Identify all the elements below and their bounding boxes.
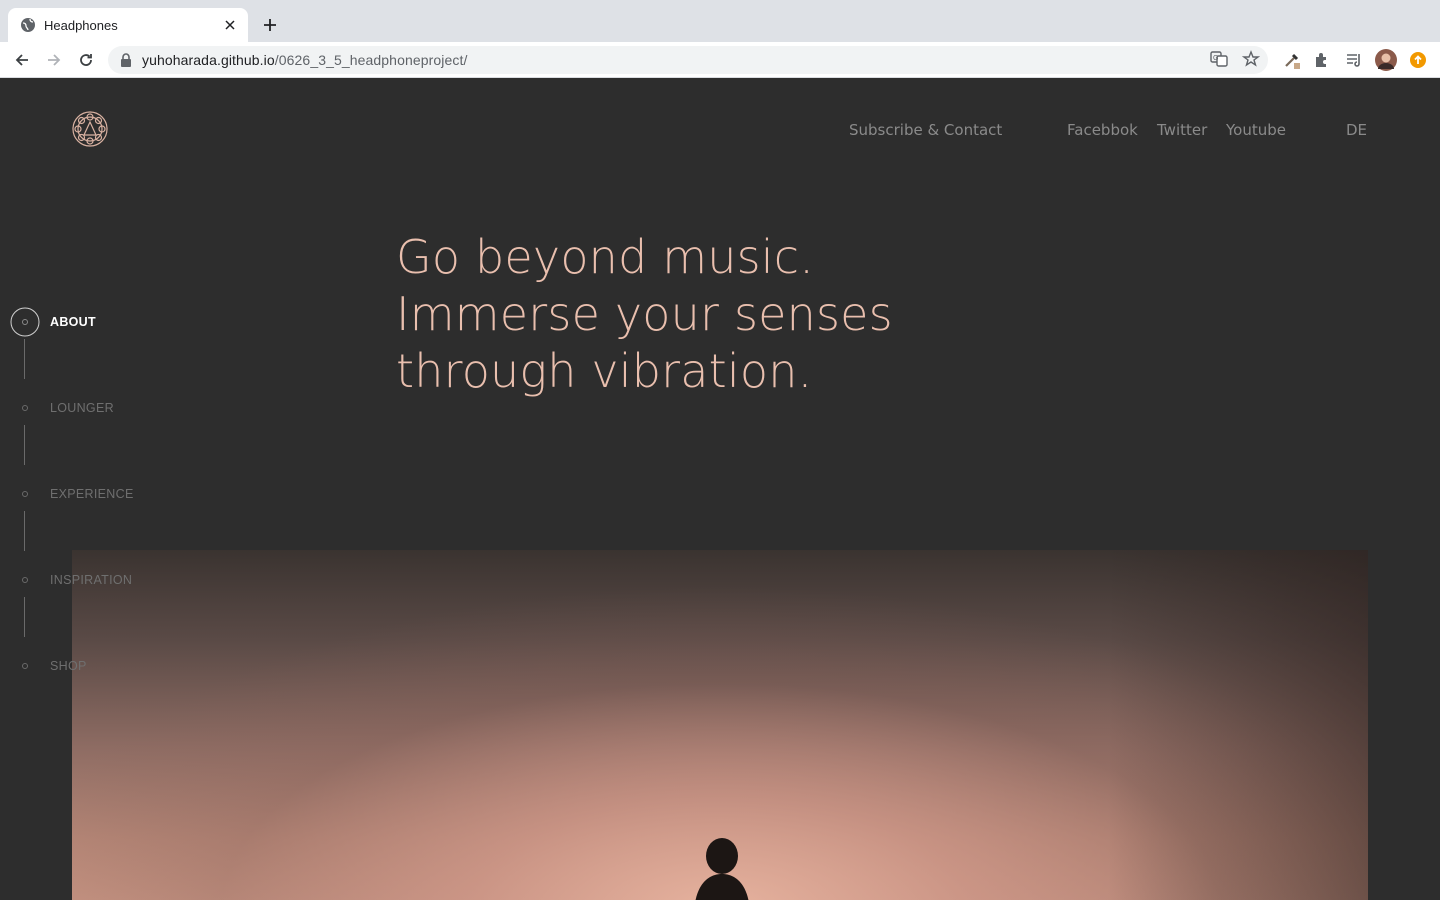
sidenav-item-experience[interactable]: EXPERIENCE xyxy=(10,479,133,509)
site-logo[interactable] xyxy=(70,109,110,149)
sidenav-connector xyxy=(24,425,25,465)
url-text: yuhoharada.github.io/0626_3_5_headphonep… xyxy=(142,52,467,68)
address-bar[interactable]: yuhoharada.github.io/0626_3_5_headphonep… xyxy=(108,46,1268,74)
svg-text:G: G xyxy=(1213,55,1218,62)
sidenav-connector xyxy=(24,339,25,379)
sidenav-label-lounger: LOUNGER xyxy=(50,401,114,415)
close-tab-icon[interactable] xyxy=(222,17,238,33)
sidenav-label-experience: EXPERIENCE xyxy=(50,487,134,501)
nav-youtube[interactable]: Youtube xyxy=(1226,121,1286,139)
translate-icon[interactable]: G xyxy=(1210,50,1228,73)
page-body: Subscribe & Contact Facebbok Twitter You… xyxy=(0,79,1440,900)
url-host: yuhoharada.github.io xyxy=(142,52,275,68)
lock-icon xyxy=(120,53,132,67)
dot-icon xyxy=(10,479,40,509)
nav-language-de[interactable]: DE xyxy=(1346,121,1367,139)
sidenav-connector xyxy=(24,511,25,551)
sidenav-connector xyxy=(24,597,25,637)
active-ring-icon xyxy=(10,307,40,337)
globe-icon xyxy=(20,17,36,33)
forward-arrow-icon[interactable] xyxy=(42,48,66,72)
hero-line-2: Immerse your senses xyxy=(396,287,893,341)
dot-icon xyxy=(10,651,40,681)
nav-facebook[interactable]: Facebbok xyxy=(1067,121,1138,139)
sidenav-label-about: ABOUT xyxy=(50,315,96,329)
hero-photo xyxy=(72,550,1368,900)
nav-twitter[interactable]: Twitter xyxy=(1157,121,1207,139)
tab-title: Headphones xyxy=(44,17,118,33)
sidenav-item-shop[interactable]: SHOP xyxy=(10,651,86,681)
browser-tab-strip: Headphones xyxy=(0,0,1440,42)
sidenav-item-inspiration[interactable]: INSPIRATION xyxy=(10,565,132,595)
profile-avatar[interactable] xyxy=(1374,48,1398,72)
reload-icon[interactable] xyxy=(74,48,98,72)
browser-tab[interactable]: Headphones xyxy=(8,8,248,42)
new-tab-plus-icon[interactable] xyxy=(258,13,282,37)
hero-line-1: Go beyond music. xyxy=(396,230,815,284)
update-icon[interactable] xyxy=(1406,48,1430,72)
nav-subscribe-contact[interactable]: Subscribe & Contact xyxy=(849,121,1002,139)
extensions-puzzle-icon[interactable] xyxy=(1310,48,1334,72)
dot-icon xyxy=(10,393,40,423)
back-arrow-icon[interactable] xyxy=(10,48,34,72)
sidenav-label-inspiration: INSPIRATION xyxy=(50,573,133,587)
reading-list-icon[interactable] xyxy=(1342,48,1366,72)
extension-eyedropper-icon[interactable] xyxy=(1280,48,1304,72)
bookmark-star-icon[interactable] xyxy=(1241,50,1261,73)
browser-toolbar: yuhoharada.github.io/0626_3_5_headphonep… xyxy=(0,42,1440,78)
person-silhouette xyxy=(695,838,749,900)
hero-headline: Go beyond music. Immerse your senses thr… xyxy=(396,229,893,400)
url-path: /0626_3_5_headphoneproject/ xyxy=(274,52,468,68)
dot-icon xyxy=(10,565,40,595)
hero-line-3: through vibration. xyxy=(396,344,813,398)
sidenav-item-lounger[interactable]: LOUNGER xyxy=(10,393,114,423)
sidenav-item-about[interactable]: ABOUT xyxy=(10,307,96,337)
sidenav-label-shop: SHOP xyxy=(50,659,87,673)
